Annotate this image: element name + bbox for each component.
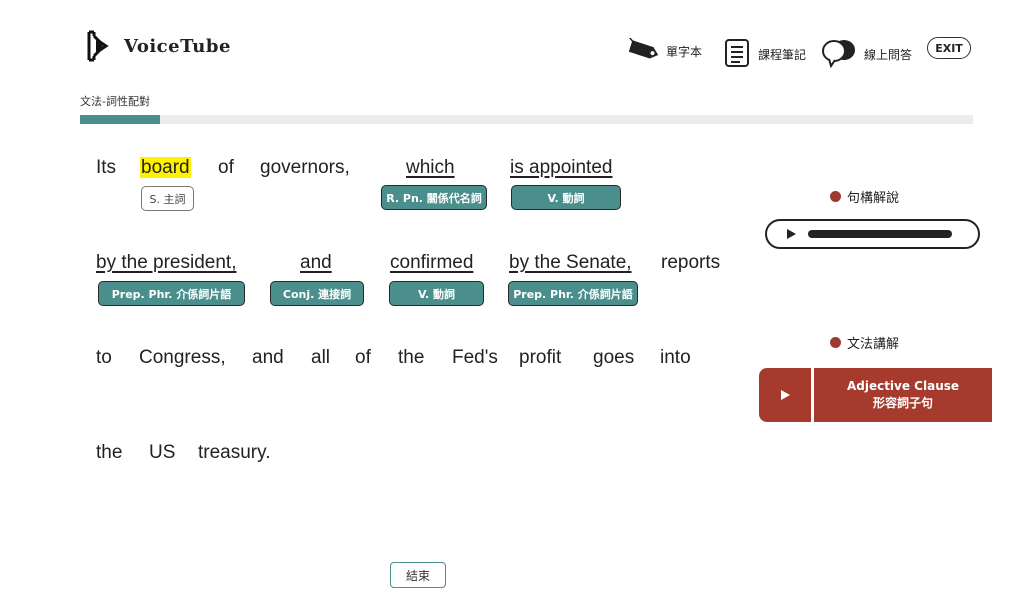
tag-conjunction[interactable]: Conj. 連接詞 (270, 281, 364, 306)
grammar-topic-zh: 形容詞子句 (872, 396, 933, 410)
grammar-topic-en: Adjective Clause (846, 379, 960, 393)
logo-text: VoiceTube (124, 36, 231, 57)
word-phrase[interactable]: which (406, 157, 455, 179)
vocabulary-label: 單字本 (666, 45, 703, 59)
word[interactable]: the (96, 442, 122, 464)
play-icon (780, 390, 790, 400)
word[interactable]: Fed's (452, 347, 498, 369)
tag-prep-phrase[interactable]: Prep. Phr. 介係詞片語 (508, 281, 638, 306)
word[interactable]: to (96, 347, 112, 369)
qa-label: 線上問答 (864, 48, 913, 62)
word[interactable]: treasury. (198, 442, 271, 464)
progress-fill (80, 115, 160, 124)
audio-progress-bar[interactable] (808, 230, 952, 238)
word[interactable]: the (398, 347, 424, 369)
notes-label: 課程筆記 (758, 48, 807, 62)
word-phrase[interactable]: by the Senate, (509, 252, 632, 274)
bullet-icon (830, 337, 841, 348)
tag-verb[interactable]: V. 動詞 (389, 281, 484, 306)
word[interactable]: profit (519, 347, 561, 369)
notes-icon (724, 38, 750, 71)
word[interactable]: US (149, 442, 175, 464)
word[interactable]: reports (661, 252, 720, 274)
end-button[interactable]: 結束 (390, 562, 446, 588)
word-board: board (140, 157, 191, 178)
notes-button[interactable]: 課程筆記 (724, 38, 806, 71)
word[interactable]: and (252, 347, 284, 369)
word[interactable]: all (311, 347, 330, 369)
vocabulary-button[interactable]: 單字本 (624, 36, 703, 65)
word-phrase[interactable]: by the president, (96, 252, 236, 274)
tag-verb[interactable]: V. 動詞 (511, 185, 621, 210)
grammar-title-label: 文法講解 (847, 337, 900, 352)
chat-bubbles-icon (820, 38, 858, 71)
grammar-title: 文法講解 (830, 333, 899, 352)
progress-track (80, 115, 973, 124)
word[interactable]: goes (593, 347, 634, 369)
word-highlighted[interactable]: board (140, 157, 191, 179)
tag-icon (624, 36, 662, 65)
section-title: 文法-詞性配對 (80, 95, 150, 108)
qa-button[interactable]: 線上問答 (820, 38, 912, 71)
tag-prep-phrase[interactable]: Prep. Phr. 介係詞片語 (98, 281, 245, 306)
structure-title: 句構解說 (830, 187, 899, 206)
word[interactable]: into (660, 347, 691, 369)
grammar-play-button[interactable] (759, 368, 811, 422)
structure-title-label: 句構解說 (847, 191, 900, 206)
word[interactable]: of (218, 157, 234, 179)
word[interactable]: governors, (260, 157, 350, 179)
word-phrase[interactable]: is appointed (510, 157, 612, 179)
tag-relative-pronoun[interactable]: R. Pn. 關係代名詞 (381, 185, 487, 210)
word[interactable]: Its (96, 157, 116, 179)
word[interactable]: of (355, 347, 371, 369)
tag-subject[interactable]: S. 主詞 (141, 186, 194, 211)
grammar-topic-button[interactable]: Adjective Clause 形容詞子句 (814, 368, 992, 422)
word-phrase[interactable]: and (300, 252, 332, 274)
bullet-icon (830, 191, 841, 202)
exit-button[interactable]: EXIT (927, 37, 971, 59)
word-phrase[interactable]: confirmed (390, 252, 473, 274)
play-icon[interactable] (787, 229, 796, 239)
voicetube-logo-icon (86, 30, 114, 62)
word[interactable]: Congress, (139, 347, 226, 369)
